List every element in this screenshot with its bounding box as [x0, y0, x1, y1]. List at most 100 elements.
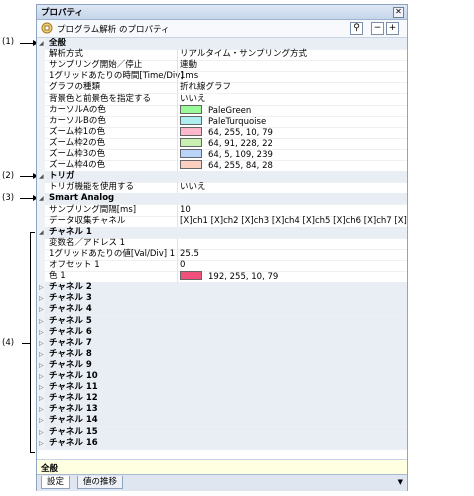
tab-bar: 設定 値の推移 ▼ [37, 474, 407, 491]
property-name: カーソルBの色 [49, 115, 106, 126]
property-value-text: 64, 255, 84, 28 [208, 161, 273, 172]
collapse-arrow-icon[interactable]: ◢ [39, 40, 44, 47]
expand-arrow-icon[interactable]: ▷ [39, 373, 44, 380]
properties-icon [41, 22, 53, 34]
expand-arrow-icon[interactable]: ▷ [39, 295, 44, 302]
property-name: チャネル 11 [49, 382, 98, 393]
property-name: 解析方式 [49, 49, 84, 60]
property-name: チャネル 12 [49, 393, 98, 404]
color-swatch [180, 160, 202, 170]
property-name: チャネル 2 [49, 282, 92, 293]
property-value-text: 連動 [180, 60, 198, 71]
property-name: カーソルAの色 [49, 104, 106, 115]
property-name: 1グリッドあたりの時間[Time/Div] [49, 71, 184, 82]
property-value[interactable]: 連動 [180, 60, 197, 71]
row-gutter [37, 149, 45, 160]
property-name: トリガ機能を使用する [49, 182, 135, 193]
property-value[interactable]: リアルタイム・サンプリング方式 [180, 49, 307, 60]
collapse-arrow-icon[interactable]: ◢ [39, 195, 44, 202]
row-gutter [37, 248, 45, 260]
property-value-text: 1ms [180, 71, 199, 82]
bracket-4-bottom [30, 452, 35, 453]
column-separator [177, 115, 178, 127]
annotation-2: (2) [2, 171, 15, 181]
description-panel: 全般 [37, 459, 407, 474]
collapse-all-button[interactable]: − [371, 22, 384, 35]
property-name: 色 1 [49, 271, 66, 282]
property-name: チャネル 15 [49, 426, 98, 437]
expand-arrow-icon[interactable]: ▷ [39, 329, 44, 336]
description-text: 全般 [41, 464, 59, 474]
expand-arrow-icon[interactable]: ▷ [39, 318, 44, 325]
property-value-text: 64, 255, 10, 79 [208, 127, 273, 138]
column-separator [177, 137, 178, 149]
toolbar: プログラム解析 のプロパティ ⚲ − + [37, 20, 407, 38]
expand-arrow-icon[interactable]: ▷ [39, 440, 44, 447]
property-value-text: 192, 255, 10, 79 [208, 272, 279, 283]
property-value[interactable]: 25.5 [180, 249, 199, 260]
column-separator [177, 149, 178, 160]
bracket-4 [30, 232, 31, 452]
color-swatch [180, 104, 202, 114]
expand-arrow-icon[interactable]: ▷ [39, 395, 44, 402]
property-value-text: 折れ線グラフ [180, 82, 232, 93]
expand-all-button[interactable]: + [386, 22, 399, 35]
annotation-3: (3) [2, 193, 15, 203]
property-value[interactable]: 10 [180, 205, 191, 216]
property-value[interactable]: 1ms [180, 71, 198, 82]
property-name: チャネル 10 [49, 371, 98, 381]
expand-arrow-icon[interactable]: ▷ [39, 384, 44, 391]
tab-value-history[interactable]: 値の推移 [77, 476, 124, 489]
color-swatch [180, 126, 202, 136]
property-name: チャネル 6 [49, 326, 92, 337]
tab-settings[interactable]: 設定 [41, 476, 71, 489]
property-name: ズーム枠4の色 [49, 160, 106, 171]
color-swatch [180, 271, 202, 281]
expand-arrow-icon[interactable]: ▷ [39, 417, 44, 424]
property-value-text: いいえ [180, 93, 206, 104]
expand-arrow-icon[interactable]: ▷ [39, 429, 44, 436]
property-name: トリガ [49, 171, 75, 182]
property-value[interactable]: [X]ch1 [X]ch2 [X]ch3 [X]ch4 [X]ch5 [X]ch… [180, 216, 407, 227]
expand-arrow-icon[interactable]: ▷ [39, 340, 44, 347]
expand-arrow-icon[interactable]: ▷ [39, 284, 44, 291]
property-name: チャネル 4 [49, 304, 92, 315]
scroll-down-icon[interactable]: ▼ [398, 478, 403, 486]
property-value[interactable]: 折れ線グラフ [180, 82, 231, 93]
row-gutter [37, 115, 45, 127]
row-gutter [37, 104, 45, 116]
expand-arrow-icon[interactable]: ▷ [39, 351, 44, 358]
row-gutter [37, 204, 45, 216]
column-separator [177, 71, 178, 83]
color-swatch [180, 115, 202, 125]
column-separator [177, 204, 178, 216]
search-icon[interactable]: ⚲ [350, 22, 363, 35]
property-name: チャネル 9 [49, 359, 92, 370]
collapse-arrow-icon[interactable]: ◢ [39, 173, 44, 180]
property-value-text: 64, 5, 109, 239 [208, 150, 273, 160]
collapse-arrow-icon[interactable]: ◢ [39, 229, 44, 236]
category-row[interactable]: ▷ チャネル 16 [37, 437, 407, 450]
expand-arrow-icon[interactable]: ▷ [39, 306, 44, 313]
property-name: チャネル 5 [49, 315, 92, 326]
property-name: チャネル 16 [49, 437, 98, 448]
property-name: サンプリング間隔[ms] [49, 204, 137, 215]
property-value[interactable]: いいえ [180, 182, 206, 193]
annotation-4: (4) [2, 338, 15, 348]
property-name: Smart Analog [49, 193, 115, 204]
property-name: ズーム枠2の色 [49, 137, 106, 148]
property-value[interactable]: 0 [180, 260, 185, 271]
property-value-text: いいえ [180, 182, 206, 193]
expand-arrow-icon[interactable]: ▷ [39, 406, 44, 413]
close-icon[interactable]: ✕ [393, 7, 404, 18]
property-value-text: PaleTurquoise [208, 116, 267, 127]
column-separator [177, 49, 178, 61]
title-bar: プロパティ ✕ [37, 5, 407, 20]
property-value-text: [X]ch1 [X]ch2 [X]ch3 [X]ch4 [X]ch5 [X]ch… [180, 215, 407, 226]
column-separator [177, 215, 178, 227]
window-title: プロパティ [41, 8, 83, 18]
expand-arrow-icon[interactable]: ▷ [39, 362, 44, 369]
column-separator [177, 237, 178, 249]
row-gutter [37, 60, 45, 72]
property-value[interactable]: いいえ [180, 94, 206, 105]
